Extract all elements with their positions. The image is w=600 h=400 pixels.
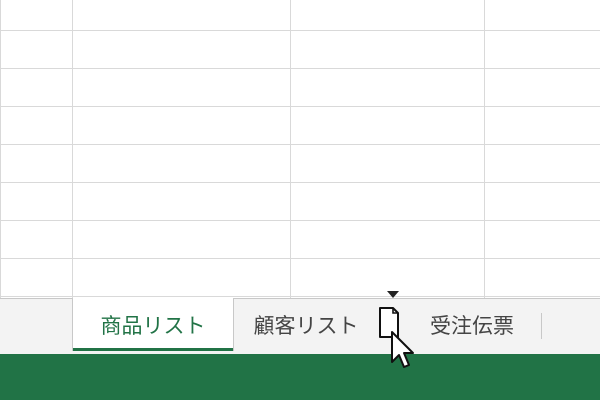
excel-window: 商品リスト 顧客リスト 受注伝票 [0,0,600,400]
sheet-tab-label: 受注伝票 [430,314,514,338]
column-border [72,0,73,298]
active-tab-underline [73,348,233,351]
column-border [484,0,485,298]
sheet-tab-label: 顧客リスト [253,314,359,338]
sheet-tab-product-list[interactable]: 商品リスト [72,298,234,351]
drag-sheet-cursor-icon [379,307,414,368]
column-border [290,0,291,298]
status-bar [0,354,600,400]
sheet-tab-bar: 商品リスト 顧客リスト 受注伝票 [0,298,600,354]
sheet-tab-label: 商品リスト [100,313,206,338]
sheet-tab-order-slip[interactable]: 受注伝票 [404,299,540,351]
sheet-tab-customer-list[interactable]: 顧客リスト [235,299,377,351]
tab-separator [541,313,542,339]
worksheet-grid[interactable] [0,0,600,298]
insert-position-marker-icon [387,291,399,298]
